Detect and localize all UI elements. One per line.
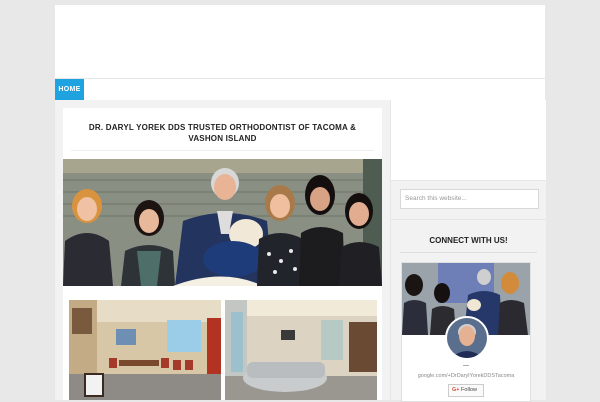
connect-widget: CONNECT WITH US! — google.com/+DrDarylYo…: [391, 220, 546, 402]
post-card: DR. DARYL YOREK DDS TRUSTED ORTHODONTIST…: [63, 108, 382, 400]
follow-label: Follow: [461, 387, 477, 393]
google-follow-button[interactable]: G+ Follow: [448, 384, 484, 397]
team-photo: [63, 159, 382, 286]
main-content: DR. DARYL YOREK DDS TRUSTED ORTHODONTIST…: [55, 100, 390, 400]
office-reception-photo: [225, 300, 377, 400]
google-plus-badge[interactable]: — google.com/+DrDarylYorekDDSTacoma G+ F…: [401, 262, 531, 402]
google-avatar: [445, 316, 489, 360]
search-widget: Search this website...: [391, 181, 546, 220]
sidebar: Search this website... CONNECT WITH US!: [390, 100, 546, 402]
site-header: [55, 5, 545, 78]
post-title[interactable]: DR. DARYL YOREK DDS TRUSTED ORTHODONTIST…: [81, 122, 364, 144]
title-divider: [71, 150, 374, 151]
page-wrapper: HOME DR. DARYL YOREK DDS TRUSTED ORTHODO…: [55, 5, 546, 402]
office-waiting-room-photo: [69, 300, 221, 400]
search-input[interactable]: Search this website...: [400, 189, 539, 209]
primary-nav: HOME: [55, 78, 545, 101]
google-profile-name: —: [463, 363, 469, 369]
connect-title: CONNECT WITH US!: [429, 236, 508, 245]
google-profile-url[interactable]: google.com/+DrDarylYorekDDSTacoma: [402, 373, 530, 379]
sidebar-blank-widget: [391, 100, 546, 181]
nav-item-home[interactable]: HOME: [55, 79, 84, 100]
connect-divider: [400, 252, 537, 253]
google-plus-icon: G+: [452, 387, 460, 393]
